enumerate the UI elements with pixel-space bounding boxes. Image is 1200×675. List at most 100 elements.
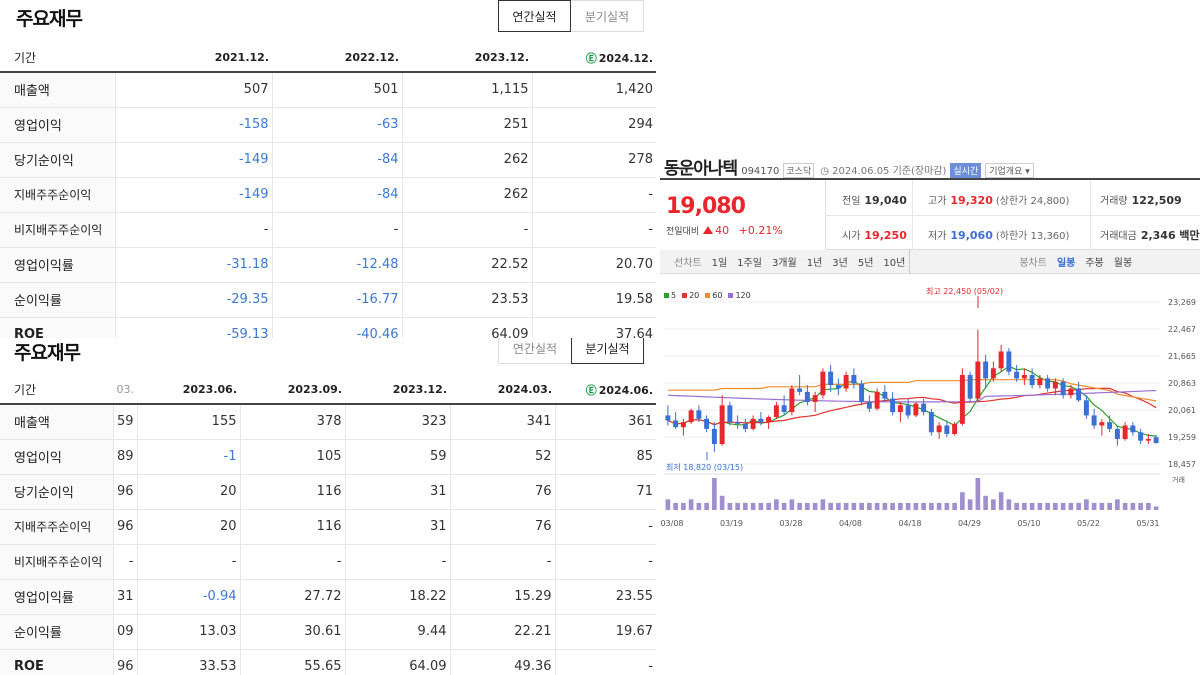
company-info-button[interactable]: 기업개요 ▾	[985, 163, 1034, 178]
quote-date-text: 2024.06.05 기준(장마감)	[832, 166, 947, 177]
quote-label: 고가	[928, 196, 947, 207]
candle-body	[944, 425, 950, 434]
stock-quote-panel: 동운아나텍 094170 코스닥 ◷ 2024.06.05 기준(장마감) 실시…	[660, 150, 1200, 530]
table-cell: 20	[136, 474, 240, 510]
table-cell: 20	[136, 509, 240, 545]
table-cell: 13.03	[136, 614, 240, 650]
candle-body	[1021, 375, 1027, 379]
table-cell: 96	[112, 474, 137, 510]
quote-sub: (상한가 24,800)	[995, 196, 1070, 207]
table-cell: -	[554, 509, 656, 545]
table-cell: 105	[239, 439, 345, 475]
table-cell: -	[344, 544, 450, 580]
candle-body	[1014, 371, 1020, 379]
quote-summary: 19,080 전일대비 40 +0.21% 전일 19,040 고가 19,320 (상…	[660, 178, 1200, 250]
row-label: 영업이익률	[0, 578, 113, 615]
x-tick-label: 05/22	[1077, 519, 1100, 528]
volume-bar	[797, 502, 802, 510]
volume-bar	[665, 499, 671, 510]
column-header: 2023.12.	[402, 44, 532, 73]
table-cell: 89	[112, 439, 137, 475]
volume-bar	[1153, 506, 1159, 510]
column-header-estimate: Ⓔ 2024.12.	[532, 44, 656, 73]
price-chart[interactable]: 23,269 22,467 21,665 20,863 20,061 19,259 18,4…	[660, 280, 1200, 530]
tab-quarterly-results[interactable]: 분기실적	[571, 338, 644, 364]
volume-bar	[983, 495, 988, 510]
ma-line-120	[667, 389, 1157, 403]
candle-body	[750, 418, 756, 429]
column-header-label: 2024.12.	[598, 51, 653, 65]
table-cell: 96	[112, 649, 137, 675]
table-cell: -	[114, 212, 272, 248]
volume-bar	[905, 502, 911, 510]
table-cell: 30.61	[239, 614, 345, 650]
range-tab[interactable]: 3년	[832, 254, 848, 269]
volume-bar	[1146, 502, 1151, 510]
x-tick-label: 04/29	[958, 519, 981, 528]
open-price: 시가 19,250	[842, 227, 907, 242]
table-cell: -59.13	[114, 317, 272, 338]
table-cell: -149	[114, 142, 272, 178]
current-price: 19,080	[666, 194, 746, 219]
y-tick-label: 22,467	[1168, 325, 1196, 334]
change-percent: +0.21%	[738, 224, 783, 237]
volume-bar	[998, 492, 1004, 510]
candle-body	[766, 417, 772, 423]
table-cell: 262	[401, 142, 532, 178]
volume-bar	[719, 495, 725, 510]
table-cell: 64.09	[344, 649, 450, 675]
stock-name[interactable]: 동운아나텍	[664, 154, 738, 179]
realtime-button[interactable]: 실시간	[950, 163, 982, 178]
period-label: 기간	[0, 44, 115, 73]
candle-body	[820, 371, 826, 396]
range-tab[interactable]: 5년	[858, 254, 874, 269]
y-tick-label: 23,269	[1168, 298, 1196, 307]
moving-average-legend: 5 20 60 120	[664, 291, 757, 300]
table-row: 매출액 59 155 378 323 341 361	[0, 404, 656, 440]
candle-tab-weekly[interactable]: 주봉	[1085, 254, 1103, 269]
table-row: 영업이익률 -31.18 -12.48 22.52 20.70	[0, 246, 656, 283]
volume-bar	[828, 502, 833, 510]
row-label: 당기순이익	[0, 474, 113, 510]
tab-quarterly-results[interactable]: 분기실적	[571, 0, 644, 32]
table-cell: 33.53	[136, 649, 240, 675]
column-header: 2023.06.	[137, 376, 240, 405]
legend-swatch	[705, 293, 711, 298]
y-tick-label: 19,259	[1168, 433, 1196, 442]
candle-body	[928, 412, 934, 433]
volume-bar	[921, 502, 926, 510]
table-cell: -40.46	[271, 317, 402, 338]
table-cell: 55.65	[239, 649, 345, 675]
volume-bar	[913, 502, 919, 510]
range-tab[interactable]: 3개월	[772, 254, 797, 269]
candle-tab-daily[interactable]: 일봉	[1057, 254, 1075, 269]
range-tab[interactable]: 1년	[807, 254, 823, 269]
volume-bar	[750, 502, 756, 510]
tab-annual-results[interactable]: 연간실적	[498, 338, 571, 364]
range-tab[interactable]: 1일	[712, 254, 728, 269]
candle-body	[913, 403, 919, 416]
candle-body	[1006, 351, 1012, 372]
table-cell: 59	[344, 439, 450, 475]
line-chart-tab[interactable]: 선차트	[674, 254, 702, 269]
table-cell: -12.48	[271, 246, 402, 283]
quote-label: 전일	[842, 196, 861, 207]
table-row: 순이익률 -29.35 -16.77 23.53 19.58	[0, 282, 656, 318]
range-tab[interactable]: 1주일	[737, 254, 762, 269]
price-change: 전일대비 40 +0.21%	[666, 224, 783, 237]
table-row: 영업이익 -158 -63 251 294	[0, 107, 656, 143]
tab-annual-results[interactable]: 연간실적	[498, 0, 571, 32]
table-row: 비지배주주순이익 - - - -	[0, 212, 656, 248]
range-tab[interactable]: 10년	[883, 249, 911, 274]
candle-tab-monthly[interactable]: 월봉	[1114, 254, 1132, 269]
candle-body	[1037, 378, 1043, 386]
table-cell: -149	[114, 177, 272, 213]
volume-bar	[1084, 499, 1089, 510]
candle-body	[952, 423, 958, 434]
candle-body	[680, 422, 686, 428]
candle-chart-label: 봉차트	[1019, 258, 1047, 269]
volume-bar	[898, 502, 903, 510]
table-cell: 1,115	[401, 72, 532, 108]
table-row: 지배주주순이익 96 20 116 31 76-	[0, 509, 656, 545]
table-row: 영업이익률 31 -0.94 27.72 18.22 15.29 23.55	[0, 578, 656, 615]
